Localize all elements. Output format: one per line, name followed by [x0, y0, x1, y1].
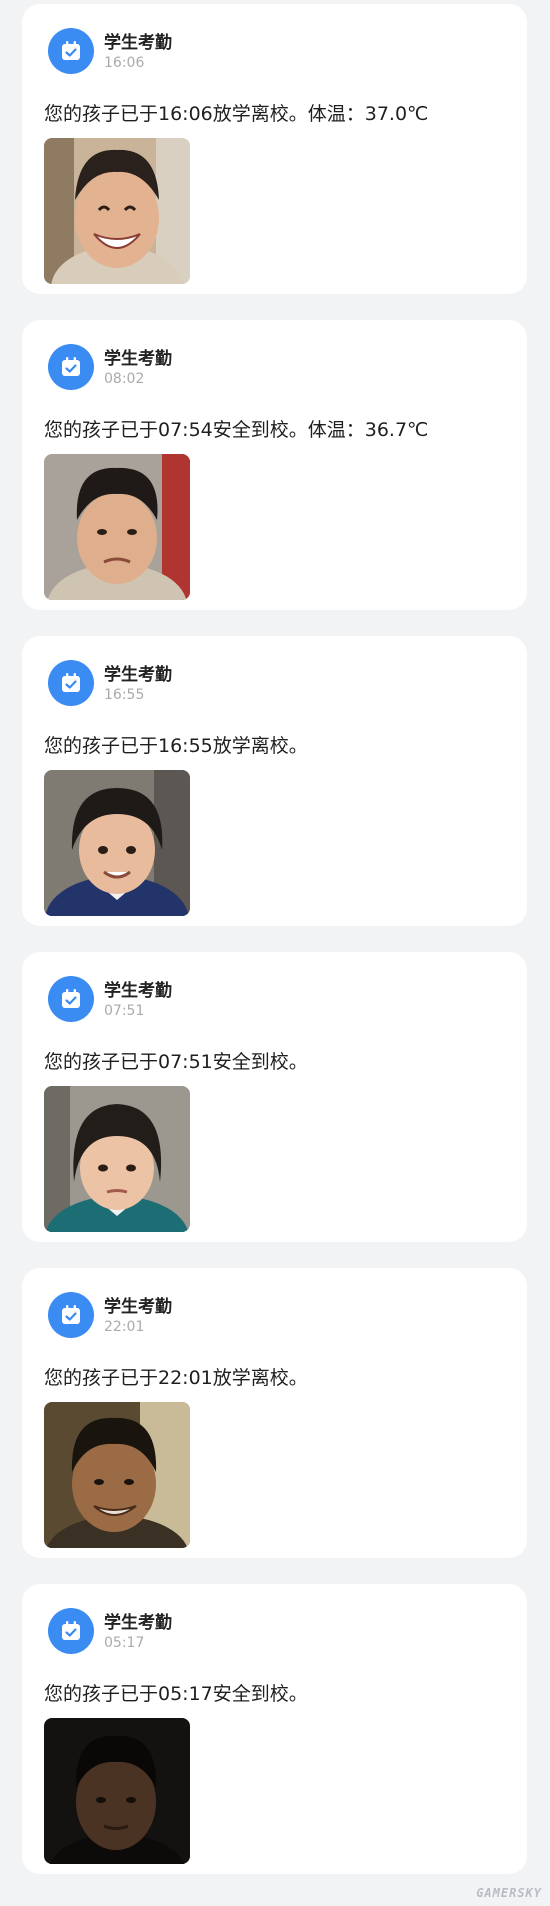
notification-time: 07:51	[104, 1003, 145, 1019]
notification-message: 您的孩子已于16:55放学离校。	[44, 735, 308, 757]
watermark: GAMERSKY	[476, 1886, 542, 1900]
smiling-teen-photo	[44, 1402, 190, 1548]
notification-card[interactable]: 学生考勤 16:55 您的孩子已于16:55放学离校。	[22, 636, 527, 926]
notification-card[interactable]: 学生考勤 22:01 您的孩子已于22:01放学离校。	[22, 1268, 527, 1558]
notification-message: 您的孩子已于07:54安全到校。体温：36.7℃	[44, 419, 429, 441]
dark-teen-photo	[44, 1718, 190, 1864]
calendar-check-icon	[48, 344, 94, 390]
app-name: 学生考勤	[104, 1613, 172, 1633]
notification-card[interactable]: 学生考勤 05:17 您的孩子已于05:17安全到校。	[22, 1584, 527, 1874]
app-name: 学生考勤	[104, 1297, 172, 1317]
calendar-check-icon	[48, 660, 94, 706]
notification-time: 16:06	[104, 55, 145, 71]
app-name: 学生考勤	[104, 665, 172, 685]
notification-message: 您的孩子已于22:01放学离校。	[44, 1367, 308, 1389]
notification-time: 08:02	[104, 371, 145, 387]
girl-child-photo	[44, 1086, 190, 1232]
calendar-check-icon	[48, 1292, 94, 1338]
notification-time: 16:55	[104, 687, 145, 703]
notification-message: 您的孩子已于05:17安全到校。	[44, 1683, 308, 1705]
calendar-check-icon	[48, 28, 94, 74]
notification-card[interactable]: 学生考勤 16:06 您的孩子已于16:06放学离校。体温：37.0℃	[22, 4, 527, 294]
app-name: 学生考勤	[104, 33, 172, 53]
notification-feed: 学生考勤 16:06 您的孩子已于16:06放学离校。体温：37.0℃ 学生考勤…	[0, 0, 550, 1906]
notification-card[interactable]: 学生考勤 07:51 您的孩子已于07:51安全到校。	[22, 952, 527, 1242]
notification-time: 05:17	[104, 1635, 145, 1651]
notification-message: 您的孩子已于16:06放学离校。体温：37.0℃	[44, 103, 429, 125]
calendar-check-icon	[48, 976, 94, 1022]
frowning-child-photo	[44, 454, 190, 600]
notification-time: 22:01	[104, 1319, 145, 1335]
calendar-check-icon	[48, 1608, 94, 1654]
girl-child-photo	[44, 770, 190, 916]
notification-card[interactable]: 学生考勤 08:02 您的孩子已于07:54安全到校。体温：36.7℃	[22, 320, 527, 610]
app-name: 学生考勤	[104, 349, 172, 369]
notification-message: 您的孩子已于07:51安全到校。	[44, 1051, 308, 1073]
smiling-child-photo	[44, 138, 190, 284]
app-name: 学生考勤	[104, 981, 172, 1001]
